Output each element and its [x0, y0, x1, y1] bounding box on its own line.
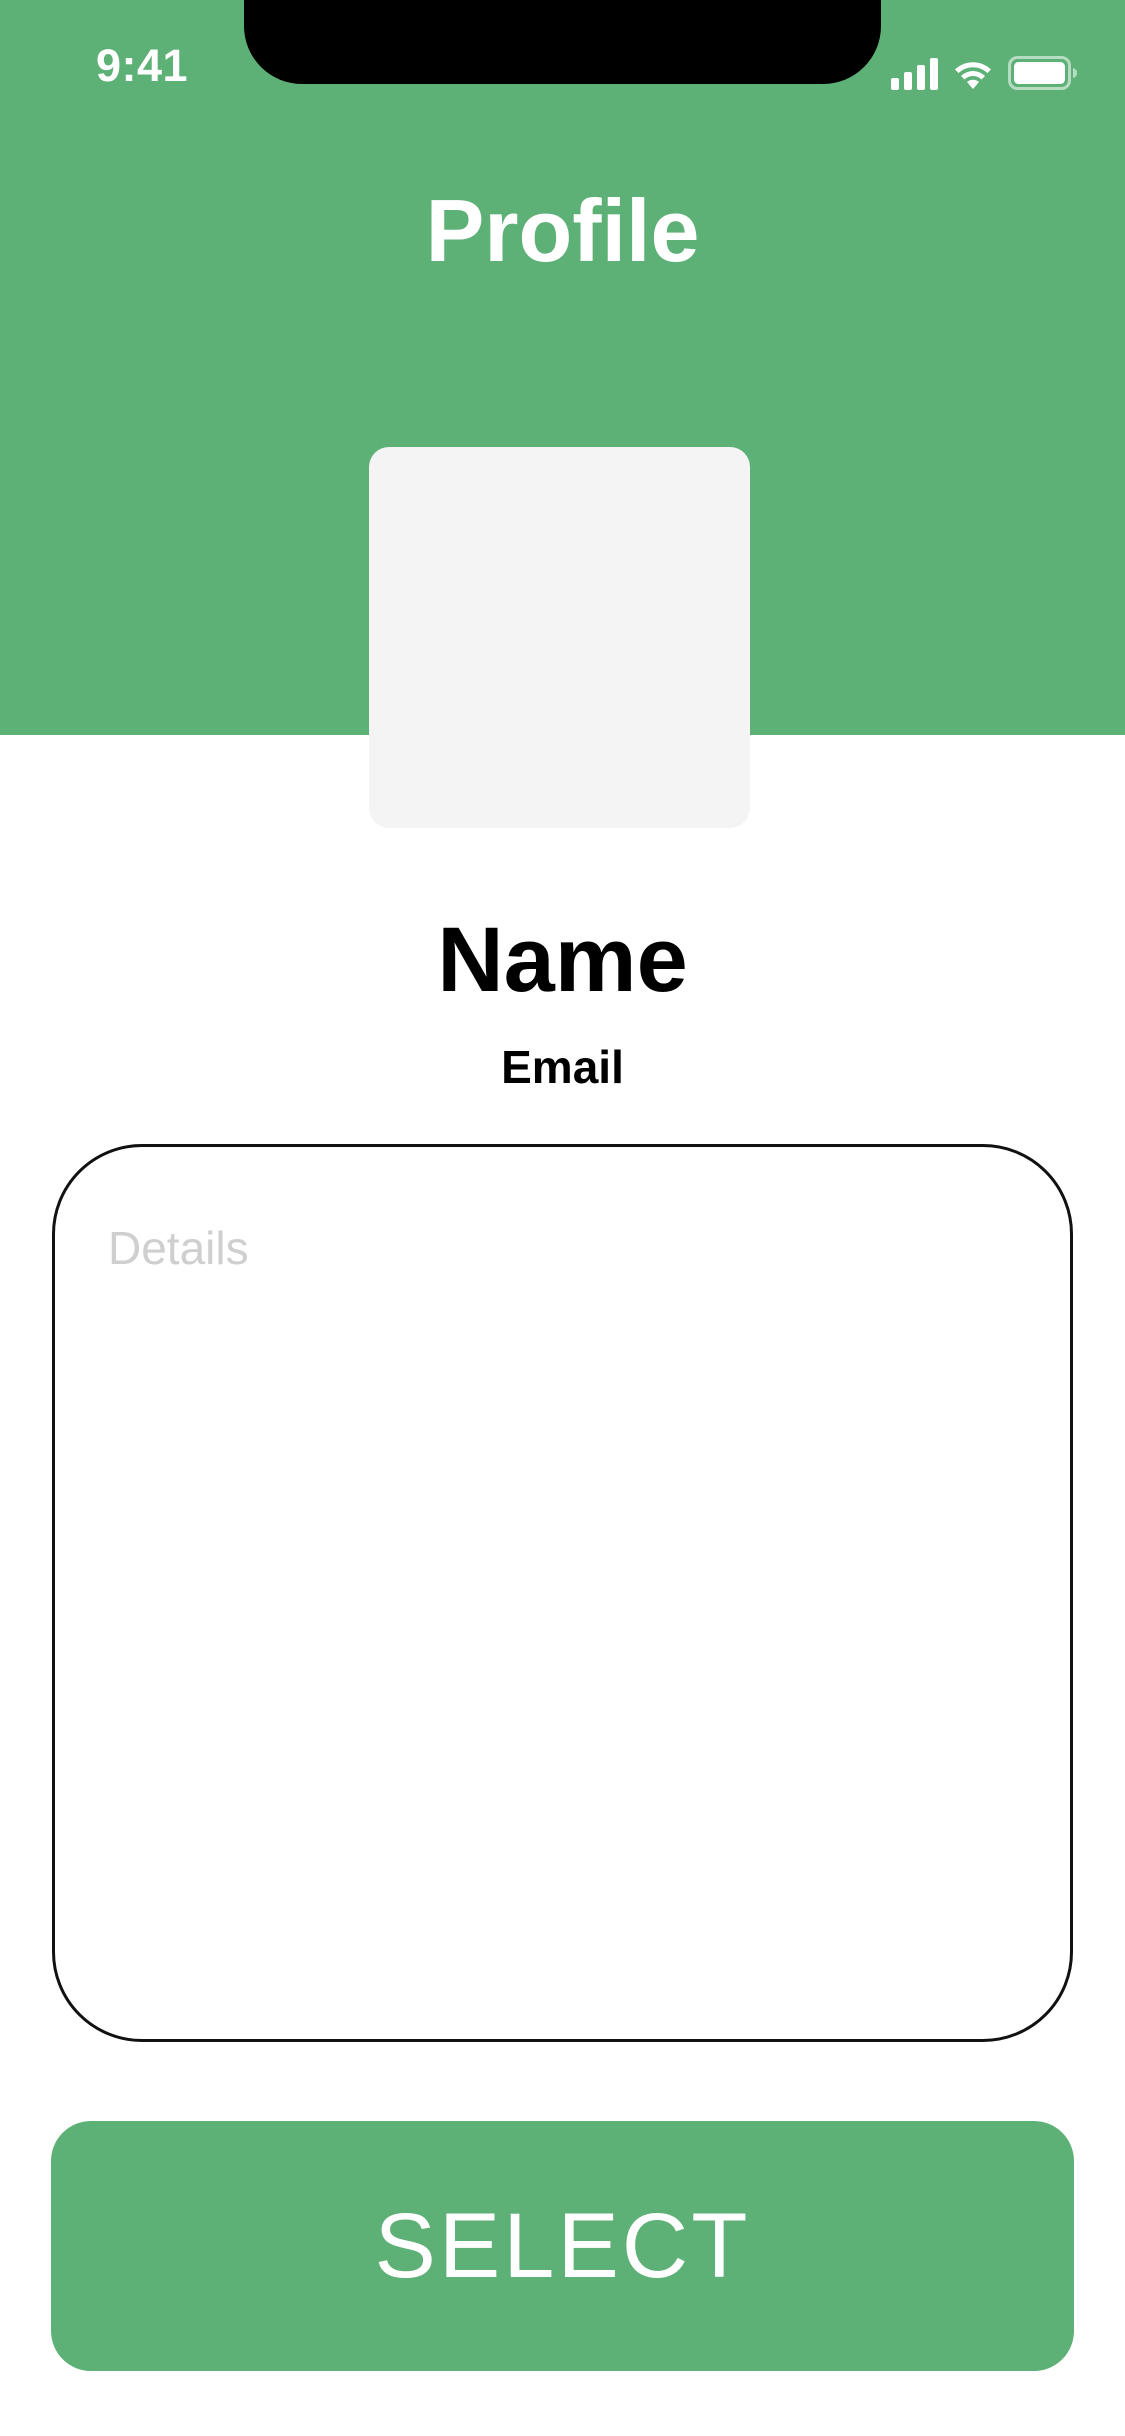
profile-screen: 9:41 Profile Name Email Details SELECT [0, 0, 1125, 2436]
user-email: Email [501, 1041, 624, 1093]
status-bar: 9:41 [0, 0, 1125, 132]
details-field[interactable] [52, 1144, 1073, 2042]
status-time: 9:41 [96, 40, 189, 91]
status-icons [891, 50, 1078, 90]
avatar[interactable] [369, 447, 750, 828]
device-notch [244, 0, 881, 84]
battery-icon [1008, 56, 1078, 90]
signal-icon [891, 56, 938, 90]
page-title: Profile [425, 181, 700, 280]
select-button[interactable]: SELECT [51, 2121, 1074, 2371]
details-input[interactable] [108, 1221, 1008, 1275]
user-name: Name [437, 909, 688, 1011]
wifi-icon [952, 58, 994, 90]
